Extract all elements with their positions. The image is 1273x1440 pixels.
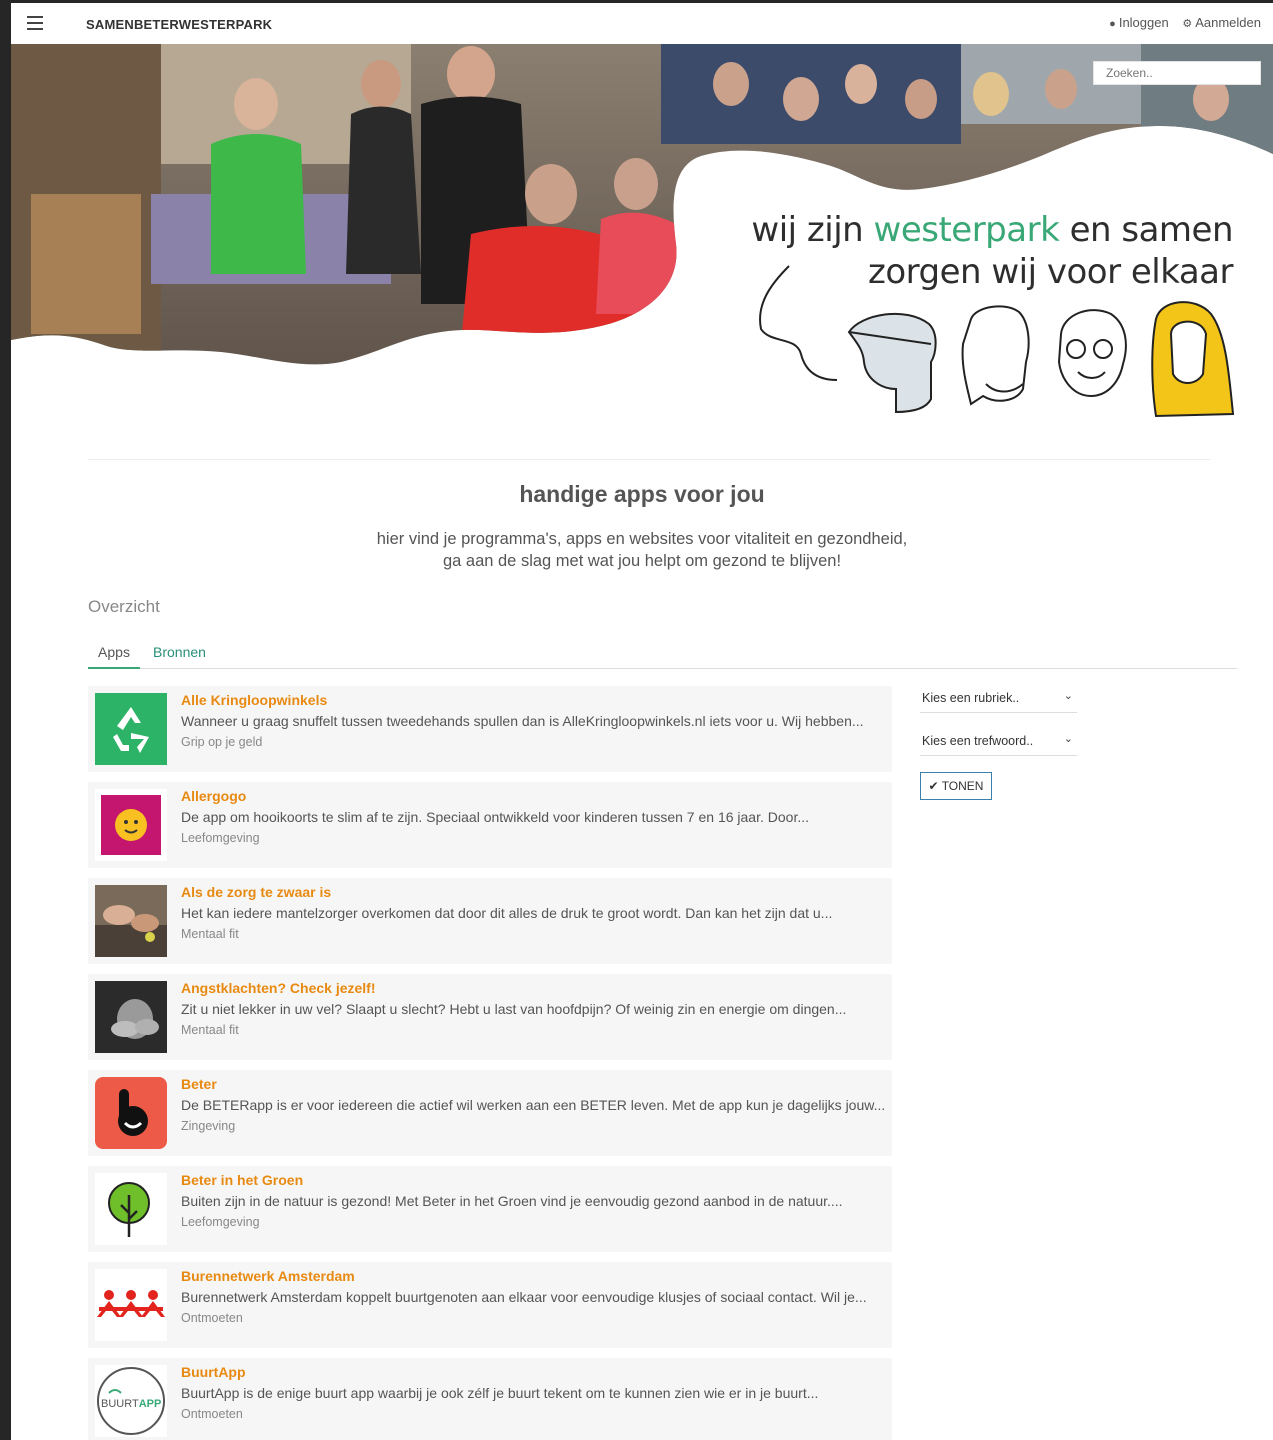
item-description: Zit u niet lekker in uw vel? Slaapt u sl… [181, 1001, 847, 1017]
item-title[interactable]: Allergogo [181, 788, 246, 804]
item-category: Grip op je geld [181, 735, 263, 749]
trefwoord-select[interactable]: Kies een trefwoord.. ⌄ [920, 729, 1077, 756]
tab-bar: Apps Bronnen [88, 637, 1237, 669]
item-title[interactable]: Angstklachten? Check jezelf! [181, 980, 376, 996]
app-list: Alle Kringloopwinkels Wanneer u graag sn… [88, 686, 892, 1440]
hamburger-menu-icon[interactable] [27, 16, 43, 30]
user-icon: ● [1109, 18, 1116, 30]
item-title[interactable]: BuurtApp [181, 1364, 246, 1380]
item-category: Leefomgeving [181, 831, 260, 845]
list-item[interactable]: Als de zorg te zwaar is Het kan iedere m… [88, 878, 892, 964]
list-item[interactable]: Burennetwerk Amsterdam Burennetwerk Amst… [88, 1262, 892, 1348]
tab-bronnen[interactable]: Bronnen [153, 644, 206, 660]
buurtapp-logo: BUURTAPP [95, 1365, 167, 1437]
list-item[interactable]: BUURTAPP BuurtApp BuurtApp is de enige b… [88, 1358, 892, 1440]
item-category: Leefomgeving [181, 1215, 260, 1229]
item-title[interactable]: Als de zorg te zwaar is [181, 884, 331, 900]
top-navbar: SAMENBETERWESTERPARK ● Inloggen ⚙ Aanmelde… [11, 3, 1273, 44]
caregiver-photo [95, 885, 167, 957]
section-divider [88, 459, 1210, 460]
item-category: Mentaal fit [181, 1023, 239, 1037]
list-item[interactable]: Allergogo De app om hooikoorts te slim a… [88, 782, 892, 868]
list-item[interactable]: Alle Kringloopwinkels Wanneer u graag sn… [88, 686, 892, 772]
anxiety-photo [95, 981, 167, 1053]
section-title: handige apps voor jou [519, 481, 765, 507]
show-button[interactable]: ✔ TONEN [920, 772, 992, 800]
item-title[interactable]: Beter [181, 1076, 217, 1092]
item-category: Zingeving [181, 1119, 236, 1133]
gear-icon: ⚙ [1182, 18, 1193, 30]
burennetwerk-logo [95, 1269, 167, 1341]
buurtapp-logo-text: BUURTAPP [101, 1398, 161, 1410]
search-input[interactable] [1093, 61, 1261, 85]
login-link[interactable]: ● Inloggen [1109, 15, 1169, 30]
item-description: Burennetwerk Amsterdam koppelt buurtgeno… [181, 1289, 867, 1305]
check-icon: ✔ [928, 779, 942, 793]
item-category: Ontmoeten [181, 1311, 243, 1325]
item-title[interactable]: Burennetwerk Amsterdam [181, 1268, 355, 1284]
list-item[interactable]: Beter De BETERapp is er voor iedereen di… [88, 1070, 892, 1156]
item-description: De app om hooikoorts te slim af te zijn.… [181, 809, 810, 825]
recycle-logo [95, 693, 167, 765]
item-description: Buiten zijn in de natuur is gezond! Met … [181, 1193, 843, 1209]
hero-banner: wij zijn westerpark en samen zorgen wij … [11, 44, 1273, 419]
allergogo-logo [95, 789, 167, 861]
item-title[interactable]: Alle Kringloopwinkels [181, 692, 327, 708]
item-title[interactable]: Beter in het Groen [181, 1172, 303, 1188]
item-description: BuurtApp is de enige buurt app waarbij j… [181, 1385, 819, 1401]
list-item[interactable]: Beter in het Groen Buiten zijn in de nat… [88, 1166, 892, 1252]
tagline-accent: westerpark [873, 210, 1060, 250]
item-description: Wanneer u graag snuffelt tussen tweedeha… [181, 713, 864, 729]
register-link[interactable]: ⚙ Aanmelden [1182, 15, 1261, 30]
auth-links: ● Inloggen ⚙ Aanmelden [1099, 15, 1261, 30]
item-category: Mentaal fit [181, 927, 239, 941]
tree-logo [95, 1173, 167, 1245]
item-description: Het kan iedere mantelzorger overkomen da… [181, 905, 833, 921]
chevron-down-icon: ⌄ [1063, 733, 1073, 745]
item-description: De BETERapp is er voor iedereen die acti… [181, 1097, 886, 1113]
tab-apps[interactable]: Apps [88, 644, 140, 669]
section-subtitle: hier vind je programma's, apps en websit… [376, 530, 908, 570]
list-item[interactable]: Angstklachten? Check jezelf! Zit u niet … [88, 974, 892, 1060]
chevron-down-icon: ⌄ [1063, 690, 1073, 702]
overview-heading: Overzicht [88, 597, 160, 616]
hero-tagline: wij zijn westerpark en samen zorgen wij … [751, 210, 1233, 292]
item-category: Ontmoeten [181, 1407, 243, 1421]
page: SAMENBETERWESTERPARK ● Inloggen ⚙ Aanmelde… [11, 3, 1273, 1440]
site-brand[interactable]: SAMENBETERWESTERPARK [86, 17, 272, 32]
beter-logo [95, 1077, 167, 1149]
rubriek-select[interactable]: Kies een rubriek.. ⌄ [920, 686, 1077, 713]
